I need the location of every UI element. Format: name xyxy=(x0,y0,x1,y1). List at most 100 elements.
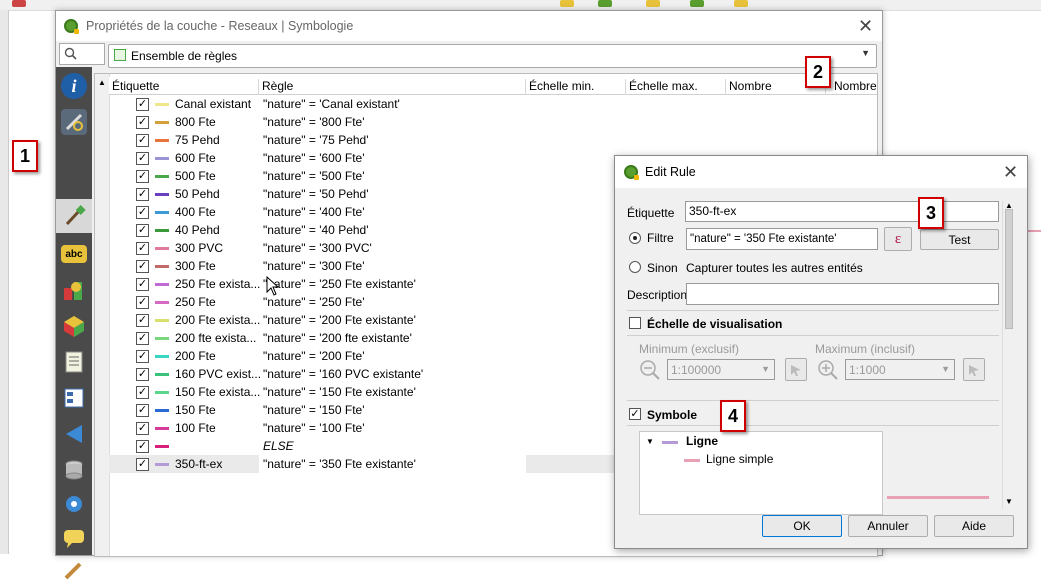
renderer-select[interactable]: Ensemble de règles ▼ xyxy=(108,44,877,68)
rule-label: 250 Fte xyxy=(175,295,216,309)
rule-label: 400 Fte xyxy=(175,205,216,219)
rule-checkbox[interactable]: ✓ xyxy=(136,386,149,399)
column-header-min-scale[interactable]: Échelle min. xyxy=(526,79,626,95)
rule-checkbox[interactable]: ✓ xyxy=(136,188,149,201)
test-button[interactable]: Test xyxy=(920,229,999,250)
rule-label: 250 Fte exista... xyxy=(175,277,261,291)
rule-checkbox[interactable]: ✓ xyxy=(136,314,149,327)
rule-checkbox[interactable]: ✓ xyxy=(136,278,149,291)
rendering-brush-icon[interactable] xyxy=(61,557,87,583)
rule-checkbox[interactable]: ✓ xyxy=(136,368,149,381)
current-scale-min-button[interactable] xyxy=(785,358,807,381)
rule-label: 75 Pehd xyxy=(175,133,220,147)
symbol-checkbox[interactable]: ✓ xyxy=(629,408,641,420)
rule-expression: "nature" = '300 Fte' xyxy=(263,259,365,273)
title-bar: Propriétés de la couche - Reseaux | Symb… xyxy=(56,11,882,41)
information-icon[interactable]: i xyxy=(61,73,87,99)
tree-scrollbar[interactable]: ▲ xyxy=(95,74,110,556)
rule-checkbox[interactable]: ✓ xyxy=(136,404,149,417)
column-header-count-2[interactable]: Nombre xyxy=(826,79,877,95)
current-scale-max-button[interactable] xyxy=(963,358,985,381)
cancel-button[interactable]: Annuler xyxy=(848,515,928,537)
scroll-thumb[interactable] xyxy=(1005,209,1013,329)
column-header-rule[interactable]: Règle xyxy=(259,79,526,95)
search-input[interactable] xyxy=(59,43,105,65)
rule-checkbox[interactable]: ✓ xyxy=(136,350,149,363)
rule-checkbox[interactable]: ✓ xyxy=(136,440,149,453)
mouse-cursor-icon xyxy=(266,276,280,296)
ok-button[interactable]: OK xyxy=(762,515,842,537)
rule-symbol-swatch xyxy=(155,355,169,358)
3d-view-icon[interactable] xyxy=(61,313,87,339)
diagrams-icon[interactable] xyxy=(61,277,87,303)
rule-checkbox[interactable]: ✓ xyxy=(136,206,149,219)
filter-radio[interactable] xyxy=(629,232,641,244)
chevron-down-icon: ▼ xyxy=(941,364,950,374)
map-feature xyxy=(1028,230,1041,232)
description-field[interactable] xyxy=(686,283,999,305)
close-icon[interactable]: ✕ xyxy=(858,16,873,37)
filter-expression-field[interactable]: "nature" = '350 Fte existante' xyxy=(686,228,878,250)
rule-checkbox[interactable]: ✓ xyxy=(136,422,149,435)
min-scale-select[interactable]: 1:100000 ▼ xyxy=(667,359,775,380)
max-scale-value: 1:1000 xyxy=(849,363,886,377)
rule-checkbox[interactable]: ✓ xyxy=(136,152,149,165)
rule-checkbox[interactable]: ✓ xyxy=(136,98,149,111)
rule-expression: "nature" = '500 Fte' xyxy=(263,169,365,183)
rule-checkbox[interactable]: ✓ xyxy=(136,458,149,471)
toolbar-icon xyxy=(646,0,660,7)
joins-icon[interactable] xyxy=(61,421,87,447)
symbology-paintbrush-icon[interactable] xyxy=(61,203,87,229)
rule-symbol-swatch xyxy=(155,265,169,268)
rule-checkbox[interactable]: ✓ xyxy=(136,242,149,255)
rule-row[interactable]: ✓ 800 Fte "nature" = '800 Fte' xyxy=(109,113,877,131)
symbol-root-label[interactable]: Ligne xyxy=(686,434,718,448)
rule-symbol-swatch xyxy=(155,391,169,394)
rule-checkbox[interactable]: ✓ xyxy=(136,260,149,273)
rule-symbol-swatch xyxy=(155,427,169,430)
symbol-group: ✓ Symbole ▼ Ligne Ligne simple xyxy=(627,400,999,515)
column-header-label[interactable]: Étiquette xyxy=(109,79,259,95)
scroll-up-icon[interactable]: ▲ xyxy=(98,78,106,87)
qgis-logo-icon xyxy=(64,19,79,34)
rule-expression: "nature" = '200 Fte existante' xyxy=(263,313,416,327)
rule-expression: "nature" = '160 PVC existante' xyxy=(263,367,424,381)
rule-checkbox[interactable]: ✓ xyxy=(136,224,149,237)
rule-checkbox[interactable]: ✓ xyxy=(136,296,149,309)
symbol-layer-label[interactable]: Ligne simple xyxy=(706,452,773,466)
close-icon[interactable]: ✕ xyxy=(1003,162,1018,183)
rule-row[interactable]: ✓ Canal existant "nature" = 'Canal existan… xyxy=(109,95,877,113)
chevron-down-icon: ▼ xyxy=(861,48,870,58)
rule-checkbox[interactable]: ✓ xyxy=(136,116,149,129)
column-header-max-scale[interactable]: Échelle max. xyxy=(626,79,726,95)
display-tooltip-icon[interactable] xyxy=(61,525,87,551)
edit-rule-dialog: Edit Rule ✕ Étiquette 350-ft-ex Filtre "… xyxy=(614,155,1028,549)
actions-gear-icon[interactable] xyxy=(61,491,87,517)
rule-label: 100 Fte xyxy=(175,421,216,435)
rule-label: 600 Fte xyxy=(175,151,216,165)
help-button[interactable]: Aide xyxy=(934,515,1014,537)
symbol-layer-tree[interactable]: ▼ Ligne Ligne simple xyxy=(639,431,883,515)
rule-checkbox[interactable]: ✓ xyxy=(136,170,149,183)
attributes-form-icon[interactable] xyxy=(61,385,87,411)
label-field[interactable]: 350-ft-ex xyxy=(685,201,999,222)
rule-expression: "nature" = '250 Fte existante' xyxy=(263,277,416,291)
labels-abc-icon[interactable]: abc xyxy=(61,245,87,263)
max-scale-select[interactable]: 1:1000 ▼ xyxy=(845,359,955,380)
rule-expression: "nature" = '75 Pehd' xyxy=(263,133,369,147)
edit-rule-content: Étiquette 350-ft-ex Filtre "nature" = '3… xyxy=(625,200,1001,515)
edit-rule-scrollbar[interactable]: ▲ ▼ xyxy=(1002,201,1015,509)
rule-row[interactable]: ✓ 75 Pehd "nature" = '75 Pehd' xyxy=(109,131,877,149)
source-fields-icon[interactable] xyxy=(61,349,87,375)
rule-symbol-swatch xyxy=(155,373,169,376)
settings-tools-icon[interactable] xyxy=(61,109,87,135)
scroll-down-icon[interactable]: ▼ xyxy=(1005,497,1013,506)
else-radio[interactable] xyxy=(629,261,641,273)
rule-checkbox[interactable]: ✓ xyxy=(136,134,149,147)
auxiliary-storage-icon[interactable] xyxy=(61,457,87,483)
scale-checkbox[interactable] xyxy=(629,317,641,329)
expression-builder-button[interactable]: ε xyxy=(884,227,912,251)
rule-checkbox[interactable]: ✓ xyxy=(136,332,149,345)
toolbar-icon xyxy=(734,0,748,7)
expand-arrow-icon[interactable]: ▼ xyxy=(646,437,654,446)
